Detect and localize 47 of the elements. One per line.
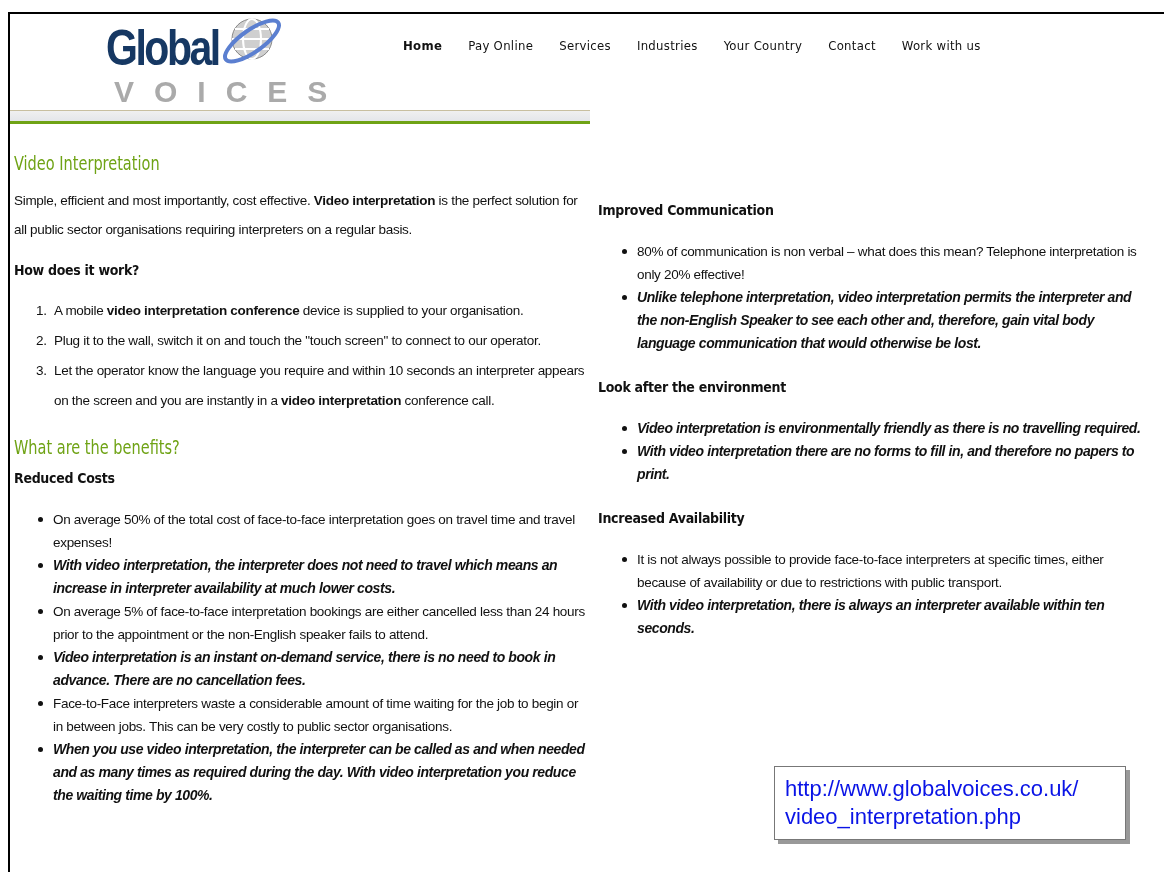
bullet-text: With video interpretation there are no forms to fill in, and therefore no papers to print. <box>637 442 1136 484</box>
section-heading: Improved Communication <box>598 202 775 218</box>
bullet-icon <box>622 426 627 431</box>
step-number: 3. <box>36 362 48 380</box>
section-heading: Increased Availability <box>598 510 746 526</box>
bullet-icon <box>38 609 43 614</box>
bullet-icon <box>38 563 43 568</box>
intro-paragraph: Simple, efficient and most importantly, cost effective. Video interpretation is the perfect solution for all public sector organisations requiring interpreters on a regular basis. <box>14 192 579 239</box>
step-text: Let the operator know the language you require and within 10 seconds an interpreter appears on the screen and you are instantly in a video interpretation conference call. <box>54 362 586 410</box>
bullet-icon <box>38 655 43 660</box>
benefits-title: What are the benefits? <box>14 436 180 458</box>
nav-link[interactable]: Your Country <box>710 38 816 53</box>
bullet-icon <box>38 517 43 522</box>
bullet-text: When you use video interpretation, the interpreter can be called as and when needed and as many times as required during the day. With video interpretation you reduce the waiting time by 100%. <box>53 740 587 805</box>
bullet-text: Video interpretation is an instant on-demand service, there is no need to book in advance. There are no cancellation fees. <box>53 648 557 690</box>
bullet-text: 80% of communication is non verbal – what does this mean? Telephone interpretation is only 20% effective! <box>637 243 1138 284</box>
step-text: Plug it to the wall, switch it on and touch the "touch screen" to connect to our operator. <box>54 332 541 350</box>
bullet-text: Unlike telephone interpretation, video interpretation permits the interpreter and the non-English Speaker to see each other and, therefore, gain vital body language communication that would otherwise be lost. <box>637 288 1133 353</box>
bullet-text: With video interpretation, the interpreter does not need to travel which means an increase in interpreter availability at much lower costs. <box>53 556 559 598</box>
step-text: A mobile video interpretation conference device is supplied to your organisation. <box>54 302 524 320</box>
nav-link[interactable]: Home <box>390 38 456 53</box>
bullet-icon <box>622 249 627 254</box>
bullet-text: On average 5% of face-to-face interpretation bookings are either cancelled less than 24 hours prior to the appointment or the non-English speaker fails to attend. <box>53 603 586 644</box>
bullet-text: Video interpretation is environmentally friendly as there is no travelling required. <box>637 419 1141 438</box>
bullet-icon <box>622 449 627 454</box>
bullet-icon <box>622 603 627 608</box>
bullet-text: It is not always possible to provide face-to-face interpreters at specific times, either because of availability or due to restrictions with public transport. <box>637 551 1105 592</box>
bullet-text: With video interpretation, there is always an interpreter available within ten seconds. <box>637 596 1106 638</box>
section-heading: Reduced Costs <box>14 470 116 486</box>
page-title: Video Interpretation <box>14 152 160 174</box>
step-number: 1. <box>36 302 48 320</box>
nav-link[interactable]: Services <box>546 38 624 53</box>
section-heading: Look after the environment <box>598 379 787 395</box>
step-number: 2. <box>36 332 48 350</box>
nav-link[interactable]: Industries <box>623 38 711 53</box>
bullet-text: On average 50% of the total cost of face-to-face interpretation goes on travel time and travel expenses! <box>53 511 576 552</box>
logo-wordmark: Global <box>106 19 219 77</box>
bullet-icon <box>38 747 43 752</box>
bullet-icon <box>622 295 627 300</box>
section-heading: How does it work? <box>14 262 141 278</box>
bullet-text: Face-to-Face interpreters waste a considerable amount of time waiting for the job to begin or in between jobs. This can be very costly to public sector organisations. <box>53 695 580 736</box>
bullet-icon <box>622 557 627 562</box>
logo-tagline: VOICES <box>114 78 349 106</box>
bullet-icon <box>38 701 43 706</box>
nav-link[interactable]: Contact <box>815 38 889 53</box>
nav-link[interactable]: Work with us <box>888 38 994 53</box>
nav-link[interactable]: Pay Online <box>455 38 547 53</box>
